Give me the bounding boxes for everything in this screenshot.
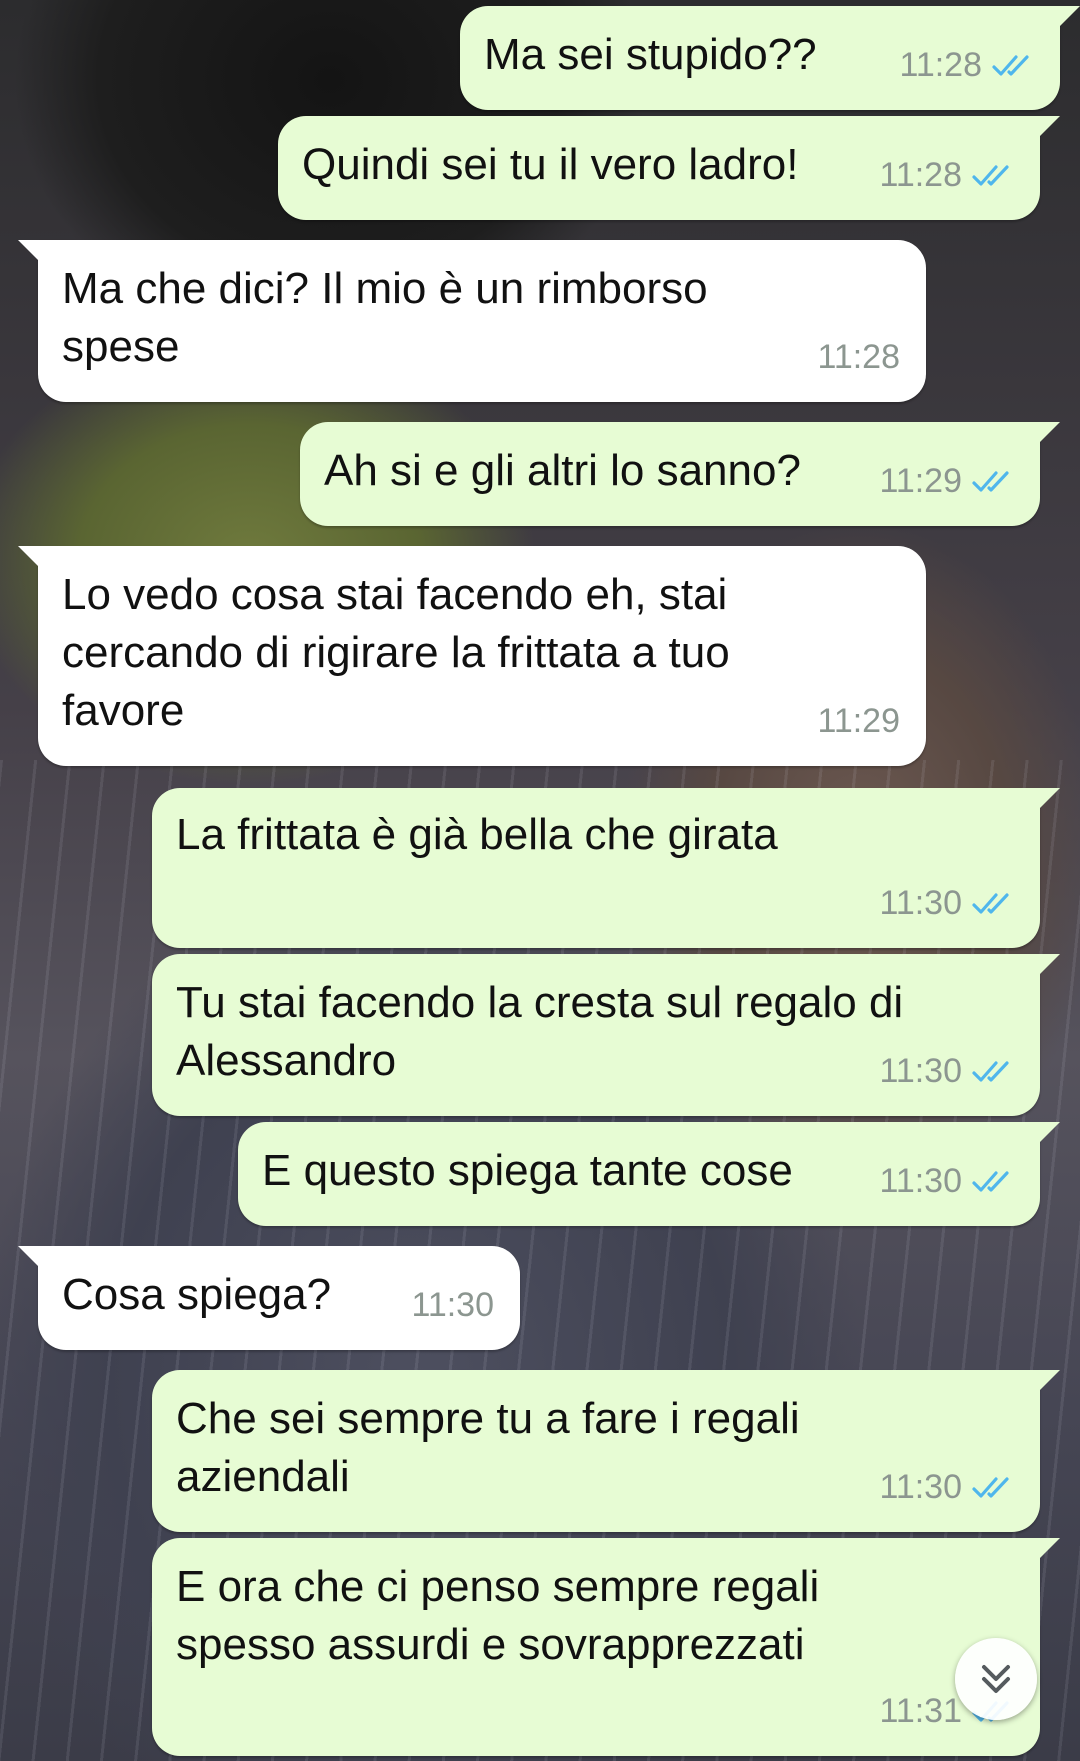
message-meta: 11:30: [879, 1042, 1016, 1100]
message-bubble-outgoing[interactable]: E questo spiega tante cose 11:30: [238, 1122, 1060, 1226]
message-meta: 11:28: [817, 328, 900, 386]
message-text: Che sei sempre tu a fare i regali aziend…: [176, 1394, 800, 1501]
message-text: Ma che dici? Il mio è un rimborso spese: [62, 264, 708, 371]
message-time: 11:30: [879, 1162, 962, 1200]
message-text: Ma sei stupido??: [484, 30, 817, 79]
double-check-icon: [972, 1477, 1009, 1498]
message-text: Cosa spiega?: [62, 1270, 332, 1319]
message-time: 11:30: [411, 1286, 494, 1324]
message-meta: 11:30: [879, 874, 1016, 932]
chevron-double-down-icon: [982, 1665, 1010, 1693]
double-check-icon: [972, 165, 1009, 186]
message-text: Quindi sei tu il vero ladro!: [302, 140, 799, 189]
message-meta: 11:30: [879, 1152, 1016, 1210]
double-check-icon: [992, 55, 1029, 76]
message-time: 11:28: [879, 156, 962, 194]
message-time: 11:31: [879, 1692, 962, 1730]
message-text: Lo vedo cosa stai facendo eh, stai cerca…: [62, 570, 730, 735]
message-text: La frittata è già bella che girata: [176, 810, 778, 859]
message-bubble-outgoing[interactable]: E ora che ci penso sempre regali spesso …: [152, 1538, 1060, 1756]
message-time: 11:30: [879, 1468, 962, 1506]
message-bubble-outgoing[interactable]: Ah si e gli altri lo sanno? 11:29: [300, 422, 1060, 526]
message-time: 11:30: [879, 884, 962, 922]
message-bubble-incoming[interactable]: Cosa spiega? 11:30: [18, 1246, 520, 1350]
message-text: Tu stai facendo la cresta sul regalo di …: [176, 978, 904, 1085]
message-bubble-outgoing[interactable]: Che sei sempre tu a fare i regali aziend…: [152, 1370, 1060, 1532]
message-bubble-outgoing[interactable]: Tu stai facendo la cresta sul regalo di …: [152, 954, 1060, 1116]
message-bubble-incoming[interactable]: Ma che dici? Il mio è un rimborso spese …: [18, 240, 926, 402]
message-bubble-incoming[interactable]: Lo vedo cosa stai facendo eh, stai cerca…: [18, 546, 926, 766]
message-time: 11:28: [817, 338, 900, 376]
message-time: 11:29: [817, 702, 900, 740]
double-check-icon: [972, 893, 1009, 914]
message-list[interactable]: Ma sei stupido?? 11:28 Quindi sei tu il …: [0, 0, 1080, 1761]
message-bubble-outgoing[interactable]: La frittata è già bella che girata 11:30: [152, 788, 1060, 948]
message-meta: 11:28: [899, 36, 1036, 94]
double-check-icon: [972, 471, 1009, 492]
message-meta: 11:30: [879, 1458, 1016, 1516]
message-meta: 11:28: [879, 146, 1016, 204]
message-time: 11:30: [879, 1052, 962, 1090]
message-time: 11:28: [899, 46, 982, 84]
message-meta: 11:29: [817, 692, 900, 750]
message-bubble-outgoing[interactable]: Ma sei stupido?? 11:28: [460, 6, 1080, 110]
message-time: 11:29: [879, 462, 962, 500]
scroll-to-bottom-button[interactable]: [955, 1638, 1037, 1720]
double-check-icon: [972, 1171, 1009, 1192]
double-check-icon: [972, 1061, 1009, 1082]
message-text: Ah si e gli altri lo sanno?: [324, 446, 801, 495]
message-text: E ora che ci penso sempre regali spesso …: [176, 1562, 820, 1669]
message-bubble-outgoing[interactable]: Quindi sei tu il vero ladro! 11:28: [278, 116, 1060, 220]
message-meta: 11:30: [411, 1276, 494, 1334]
message-text: E questo spiega tante cose: [262, 1146, 793, 1195]
message-meta: 11:29: [879, 452, 1016, 510]
